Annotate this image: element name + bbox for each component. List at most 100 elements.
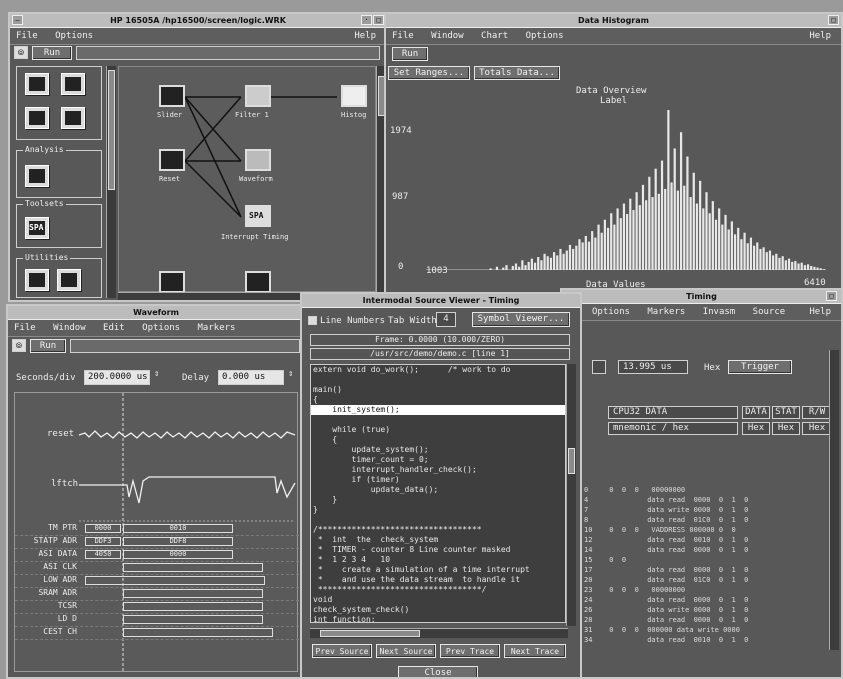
list-row[interactable]: 15 0 0 — [584, 556, 824, 565]
hist-menu-file[interactable]: File — [386, 28, 420, 44]
list-menu-options[interactable]: Options — [586, 304, 636, 320]
list-row[interactable]: 8 data read 01C0 0 1 0 — [584, 516, 824, 525]
analysis-group-title: Analysis — [23, 145, 66, 154]
palette-scroll-thumb[interactable] — [108, 70, 115, 190]
list-row[interactable]: 14 data read 0000 0 1 0 — [584, 546, 824, 555]
histogram-run-button[interactable]: Run — [392, 47, 428, 61]
bus-row[interactable]: CEST CH — [15, 627, 299, 640]
minimize-button[interactable]: · — [361, 15, 372, 25]
source-scroll-thumb[interactable] — [568, 448, 575, 474]
listing-marker-spinner[interactable] — [592, 360, 606, 374]
palette-scrollbar[interactable] — [106, 66, 116, 298]
list-menu-help[interactable]: Help — [803, 304, 837, 320]
listing-max-button[interactable]: □ — [826, 291, 837, 301]
hist-menu-chart[interactable]: Chart — [475, 28, 514, 44]
lower-node-right[interactable] — [245, 271, 271, 293]
histogram-max-button[interactable]: □ — [828, 15, 839, 25]
menu-options[interactable]: Options — [49, 28, 99, 44]
prev-source-button[interactable]: Prev Source — [312, 644, 372, 658]
bus-row[interactable]: ASI DATA 4050 0000 — [15, 549, 299, 562]
workspace-run-button[interactable]: Run — [32, 46, 72, 60]
wave-menu-file[interactable]: File — [8, 320, 42, 336]
lower-node-left[interactable] — [159, 271, 185, 293]
wave-menu-options[interactable]: Options — [136, 320, 186, 336]
close-button[interactable]: Close — [398, 666, 478, 677]
bus-row[interactable]: TCSR — [15, 601, 299, 614]
source-hscroll-thumb[interactable] — [320, 630, 420, 637]
import-tool-icon[interactable] — [25, 269, 49, 291]
list-menu-markers[interactable]: Markers — [641, 304, 691, 320]
listing-icon[interactable] — [25, 73, 49, 95]
list-row[interactable]: 28 data read 0000 0 1 0 — [584, 616, 824, 625]
listing-time-field[interactable]: 13.995 us — [618, 360, 688, 374]
list-row[interactable]: 20 data read 01C0 0 1 0 — [584, 576, 824, 585]
bus-row[interactable]: ASI CLK — [15, 562, 299, 575]
slider-node-label: Slider — [157, 111, 183, 119]
filter-node[interactable] — [245, 85, 271, 107]
list-row[interactable]: 34 data read 0010 0 1 0 — [584, 636, 824, 645]
list-row[interactable]: 23 0 0 0 00000000 — [584, 586, 824, 595]
histogram-bar — [645, 200, 648, 270]
export-tool-icon[interactable] — [57, 269, 81, 291]
code-line: * create a simulation of a time interrup… — [313, 565, 530, 574]
seconds-div-field[interactable]: 200.0000 us — [84, 370, 150, 385]
source-hscrollbar[interactable] — [310, 628, 568, 638]
menu-help[interactable]: Help — [348, 28, 382, 44]
waveform-tool-icon[interactable] — [25, 107, 49, 129]
next-source-button[interactable]: Next Source — [376, 644, 436, 658]
reset-node-label: Reset — [159, 175, 181, 183]
code-line: int function; — [313, 615, 376, 623]
bus-row[interactable]: STATP ADR DDF3 DDF8 — [15, 536, 299, 549]
bus-row[interactable]: TM PTR 0000 0010 — [15, 523, 299, 536]
filter-tool-icon[interactable] — [61, 73, 85, 95]
histogram-node[interactable] — [341, 85, 367, 107]
seconds-spinner-icon[interactable]: ⇕ — [154, 369, 159, 379]
source-code-pane[interactable]: extern void do_work(); /* work to do mai… — [310, 364, 566, 623]
list-menu-source[interactable]: Source — [747, 304, 792, 320]
list-row[interactable]: 7 data write 0000 0 1 0 — [584, 506, 824, 515]
hist-menu-options[interactable]: Options — [520, 28, 570, 44]
bus-row[interactable]: LD D — [15, 614, 299, 627]
reset-node[interactable] — [159, 149, 185, 171]
symbol-viewer-button[interactable]: Symbol Viewer... — [472, 312, 570, 327]
list-menu-invasm[interactable]: Invasm — [697, 304, 742, 320]
list-row[interactable]: 17 data read 0000 0 1 0 — [584, 566, 824, 575]
list-row[interactable]: 31 0 0 0 000000 data write 0000 — [584, 626, 824, 635]
wave-menu-markers[interactable]: Markers — [192, 320, 242, 336]
wave-menu-edit[interactable]: Edit — [97, 320, 131, 336]
listing-trigger-button[interactable]: Trigger — [728, 360, 792, 374]
list-row[interactable]: 12 data read 0010 0 1 0 — [584, 536, 824, 545]
pattern-filter-icon[interactable] — [25, 165, 49, 187]
waveform-run-button[interactable]: Run — [30, 339, 66, 353]
source-vscrollbar[interactable] — [566, 364, 576, 626]
waveform-node[interactable] — [245, 149, 271, 171]
slider-node[interactable] — [159, 85, 185, 107]
set-ranges-button[interactable]: Set Ranges... — [388, 66, 470, 80]
list-row[interactable]: 4 data read 0000 0 1 0 — [584, 496, 824, 505]
bus-row[interactable]: LOW ADR — [15, 575, 299, 588]
histogram-bar — [581, 242, 584, 270]
waveform-area[interactable]: reset lftch TM PTR 0000 0010 STATP ADR DDF3… — [14, 392, 299, 673]
line-numbers-checkbox[interactable] — [308, 316, 317, 325]
workspace-canvas[interactable]: Slider Filter 1 Histog Reset Waveform SP… — [118, 66, 376, 293]
hist-menu-window[interactable]: Window — [425, 28, 470, 44]
chart-tool-icon[interactable] — [61, 107, 85, 129]
bus-row[interactable]: SRAM ADR — [15, 588, 299, 601]
tab-width-field[interactable]: 4 — [436, 312, 456, 327]
totals-data-button[interactable]: Totals Data... — [474, 66, 560, 80]
delay-field[interactable]: 0.000 us — [218, 370, 284, 385]
hist-menu-help[interactable]: Help — [803, 28, 837, 44]
list-row[interactable]: 10 0 0 0 VADDRESS 000000 0 0 — [584, 526, 824, 535]
prev-trace-button[interactable]: Prev Trace — [440, 644, 500, 658]
next-trace-button[interactable]: Next Trace — [504, 644, 566, 658]
wave-menu-window[interactable]: Window — [47, 320, 92, 336]
list-row[interactable]: 26 data write 0000 0 1 0 — [584, 606, 824, 615]
maximize-button[interactable]: □ — [373, 15, 384, 25]
menu-file[interactable]: File — [10, 28, 44, 44]
list-row[interactable]: 24 data read 0000 0 1 0 — [584, 596, 824, 605]
delay-spinner-icon[interactable]: ⇕ — [288, 369, 293, 379]
workspace-title: HP 16505A /hp16500/screen/logic.WRK — [10, 14, 386, 28]
listing-vscrollbar[interactable] — [829, 350, 839, 650]
window-menu-button[interactable]: – — [12, 15, 23, 25]
list-row[interactable]: 0 0 0 0 00000000 — [584, 486, 824, 495]
